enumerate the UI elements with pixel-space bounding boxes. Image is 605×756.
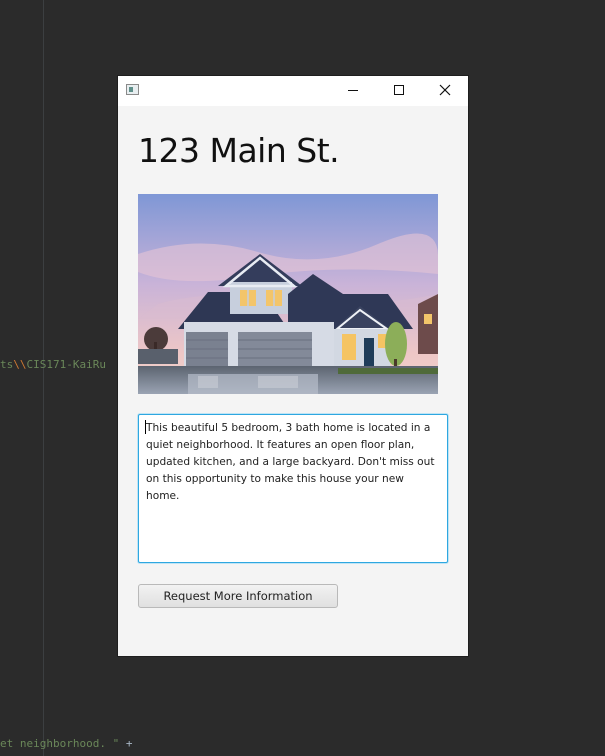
window-titlebar[interactable] [118, 76, 468, 106]
editor-gutter-divider [43, 0, 44, 756]
close-icon [439, 84, 451, 96]
maximize-button[interactable] [376, 76, 422, 106]
minimize-button[interactable] [330, 76, 376, 106]
code-path-rest: CIS171-KaiRu [26, 358, 106, 371]
code-path-prefix: ts [0, 358, 14, 371]
request-info-button[interactable]: Request More Information [138, 584, 338, 608]
description-textarea[interactable]: This beautiful 5 bedroom, 3 bath home is… [138, 414, 448, 563]
house-photo [138, 194, 438, 394]
listing-window: 123 Main St. This beautiful 5 bedroom, 3… [118, 76, 468, 656]
listing-address-title: 123 Main St. [138, 131, 340, 170]
code-line-neighborhood: et neighborhood. " + [0, 737, 132, 750]
java-app-icon [126, 84, 139, 95]
close-button[interactable] [422, 76, 468, 106]
text-caret [145, 420, 146, 434]
code-line-path: ts\\CIS171-KaiRu [0, 358, 106, 371]
code-path-escape: \\ [13, 358, 27, 371]
code-neighborhood-text: et neighborhood. " [0, 737, 120, 750]
code-plus-operator: + [125, 737, 133, 750]
